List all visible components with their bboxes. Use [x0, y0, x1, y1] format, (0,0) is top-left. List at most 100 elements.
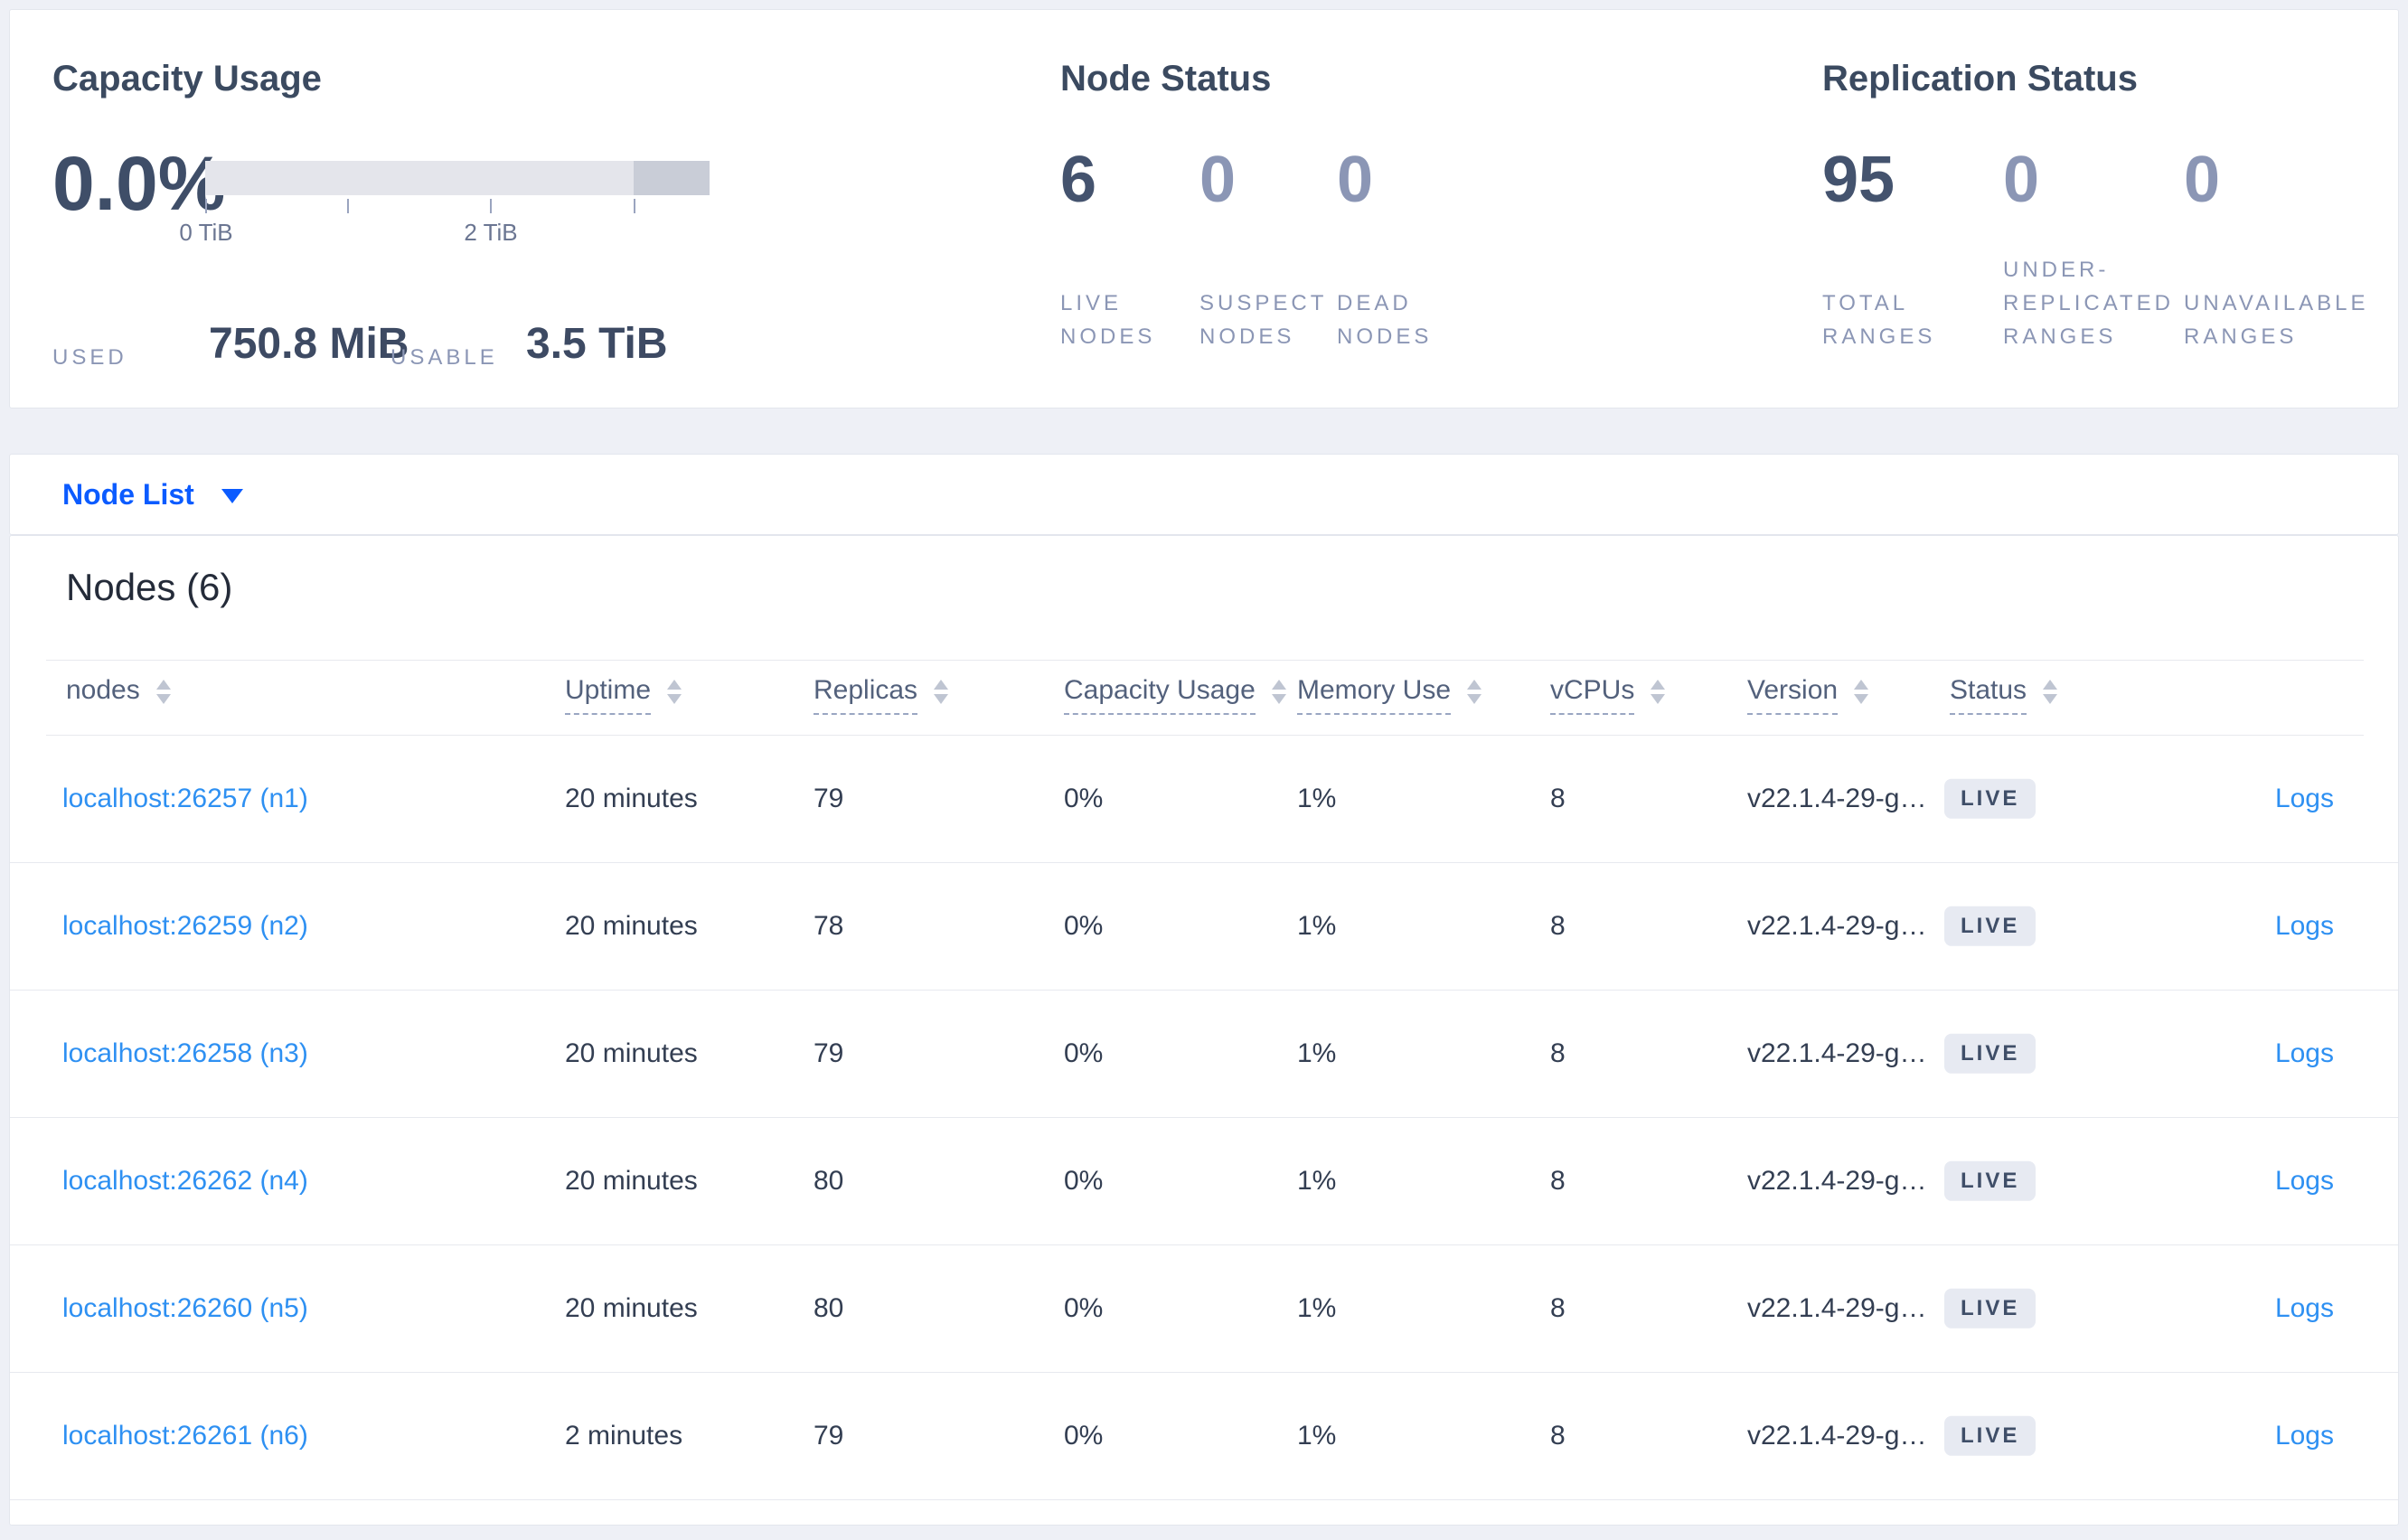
column-header-node[interactable]: nodes — [66, 674, 171, 713]
column-header-label: Replicas — [814, 674, 918, 715]
version-cell: v22.1.4-29-g… — [1747, 1421, 1927, 1451]
status-cell: LIVE — [1944, 1160, 2036, 1202]
table-row: localhost:26257 (n1) 20 minutes 79 0% 1% 8 v22… — [10, 736, 2398, 863]
capacity-usage-cell: 0% — [1064, 1293, 1104, 1323]
axis-tick-label: 0 TiB — [179, 219, 233, 246]
logs-link[interactable]: Logs — [2275, 784, 2334, 814]
node-address-link[interactable]: localhost:26258 (n3) — [62, 1038, 308, 1069]
axis-tick — [347, 199, 349, 213]
replication-stat-label: UNDER- REPLICATED RANGES — [2003, 258, 2174, 349]
sort-arrows-icon — [667, 680, 682, 704]
column-header-status[interactable]: Status — [1950, 674, 2058, 715]
status-badge: LIVE — [1944, 778, 2036, 820]
node-status-stat-label: SUSPECT NODES — [1199, 291, 1328, 349]
version-cell: v22.1.4-29-g… — [1747, 1038, 1927, 1068]
column-header-mem[interactable]: Memory Use — [1297, 674, 1482, 715]
version-cell: v22.1.4-29-g… — [1747, 1293, 1927, 1323]
axis-tick — [490, 199, 492, 213]
uptime-cell: 2 minutes — [565, 1421, 683, 1451]
status-cell: LIVE — [1944, 778, 2036, 820]
status-cell: LIVE — [1944, 1288, 2036, 1329]
version-cell: v22.1.4-29-g… — [1747, 784, 1927, 813]
memory-use-cell: 1% — [1297, 1038, 1337, 1068]
status-badge: LIVE — [1944, 1033, 2036, 1075]
vcpus-cell: 8 — [1550, 1038, 1566, 1068]
capacity-percent-value: 0.0% — [52, 141, 226, 226]
sort-arrows-icon — [155, 680, 171, 704]
node-status-title: Node Status — [1060, 59, 1272, 99]
column-header-label: Version — [1747, 674, 1839, 715]
replicas-cell: 79 — [814, 784, 844, 813]
column-header-ver[interactable]: Version — [1747, 674, 1869, 715]
column-header-vcpu[interactable]: vCPUs — [1550, 674, 1666, 715]
axis-tick — [205, 199, 207, 213]
node-status-stat-label: DEAD NODES — [1337, 291, 1433, 349]
node-status-stat-label: LIVE NODES — [1060, 291, 1156, 349]
sort-arrows-icon — [1854, 680, 1869, 704]
node-list-dropdown-label: Node List — [62, 478, 194, 511]
node-list-dropdown[interactable]: Node List — [10, 480, 243, 509]
status-cell: LIVE — [1944, 1033, 2036, 1075]
vcpus-cell: 8 — [1550, 911, 1566, 941]
column-header-label: vCPUs — [1550, 674, 1635, 715]
logs-link[interactable]: Logs — [2275, 1166, 2334, 1197]
vcpus-cell: 8 — [1550, 1293, 1566, 1323]
status-badge: LIVE — [1944, 906, 2036, 947]
capacity-usage-cell: 0% — [1064, 1421, 1104, 1451]
column-header-cap[interactable]: Capacity Usage — [1064, 674, 1286, 715]
node-status-stat-value: 6 — [1060, 144, 1097, 216]
chevron-down-icon — [221, 489, 243, 503]
sort-arrows-icon — [934, 680, 949, 704]
view-selector-card: Node List — [9, 454, 2399, 535]
node-status-stat-value: 0 — [1337, 144, 1374, 216]
sort-arrows-icon — [1651, 680, 1666, 704]
divider — [46, 660, 2364, 661]
used-label: USED — [52, 345, 127, 370]
replication-status-title: Replication Status — [1822, 59, 2138, 99]
column-header-label: Memory Use — [1297, 674, 1452, 715]
node-address-link[interactable]: localhost:26257 (n1) — [62, 784, 308, 814]
node-status-stat-value: 0 — [1199, 144, 1237, 216]
memory-use-cell: 1% — [1297, 1421, 1337, 1451]
replication-stat-label: UNAVAILABLE RANGES — [2184, 291, 2369, 349]
capacity-bar-extra-segment — [634, 161, 710, 195]
replicas-cell: 80 — [814, 1293, 844, 1323]
logs-link[interactable]: Logs — [2275, 1038, 2334, 1069]
node-address-link[interactable]: localhost:26261 (n6) — [62, 1421, 308, 1451]
table-row: localhost:26258 (n3) 20 minutes 79 0% 1% 8 v22… — [10, 991, 2398, 1118]
replication-stat-label: TOTAL RANGES — [1822, 291, 1936, 349]
memory-use-cell: 1% — [1297, 1293, 1337, 1323]
column-header-uptime[interactable]: Uptime — [565, 674, 682, 715]
memory-use-cell: 1% — [1297, 1166, 1337, 1196]
axis-tick — [634, 199, 635, 213]
column-header-label: Capacity Usage — [1064, 674, 1256, 715]
node-address-link[interactable]: localhost:26262 (n4) — [62, 1166, 308, 1197]
memory-use-cell: 1% — [1297, 784, 1337, 813]
table-row: localhost:26261 (n6) 2 minutes 79 0% 1% 8 v22.… — [10, 1373, 2398, 1500]
column-header-label: nodes — [66, 675, 140, 705]
usable-value: 3.5 TiB — [526, 320, 668, 368]
capacity-usage-cell: 0% — [1064, 911, 1104, 941]
replication-stat-value: 0 — [2184, 144, 2221, 216]
axis-tick-label: 2 TiB — [464, 219, 518, 246]
uptime-cell: 20 minutes — [565, 911, 698, 941]
logs-link[interactable]: Logs — [2275, 1293, 2334, 1324]
node-address-link[interactable]: localhost:26260 (n5) — [62, 1293, 308, 1324]
uptime-cell: 20 minutes — [565, 784, 698, 813]
column-header-replicas[interactable]: Replicas — [814, 674, 949, 715]
used-value: 750.8 MiB — [209, 320, 409, 368]
column-header-label: Uptime — [565, 674, 652, 715]
vcpus-cell: 8 — [1550, 1421, 1566, 1451]
node-address-link[interactable]: localhost:26259 (n2) — [62, 911, 308, 942]
nodes-table-card: Nodes (6) nodes Uptime Replicas Capacity Us… — [9, 535, 2399, 1526]
table-row: localhost:26259 (n2) 20 minutes 78 0% 1% 8 v22… — [10, 863, 2398, 991]
logs-link[interactable]: Logs — [2275, 1421, 2334, 1451]
capacity-usage-bar — [205, 161, 710, 195]
capacity-usage-cell: 0% — [1064, 1166, 1104, 1196]
logs-link[interactable]: Logs — [2275, 911, 2334, 942]
status-badge: LIVE — [1944, 1160, 2036, 1202]
replicas-cell: 79 — [814, 1038, 844, 1068]
vcpus-cell: 8 — [1550, 1166, 1566, 1196]
nodes-table-body: localhost:26257 (n1) 20 minutes 79 0% 1% 8 v22… — [10, 736, 2398, 1500]
status-cell: LIVE — [1944, 906, 2036, 947]
